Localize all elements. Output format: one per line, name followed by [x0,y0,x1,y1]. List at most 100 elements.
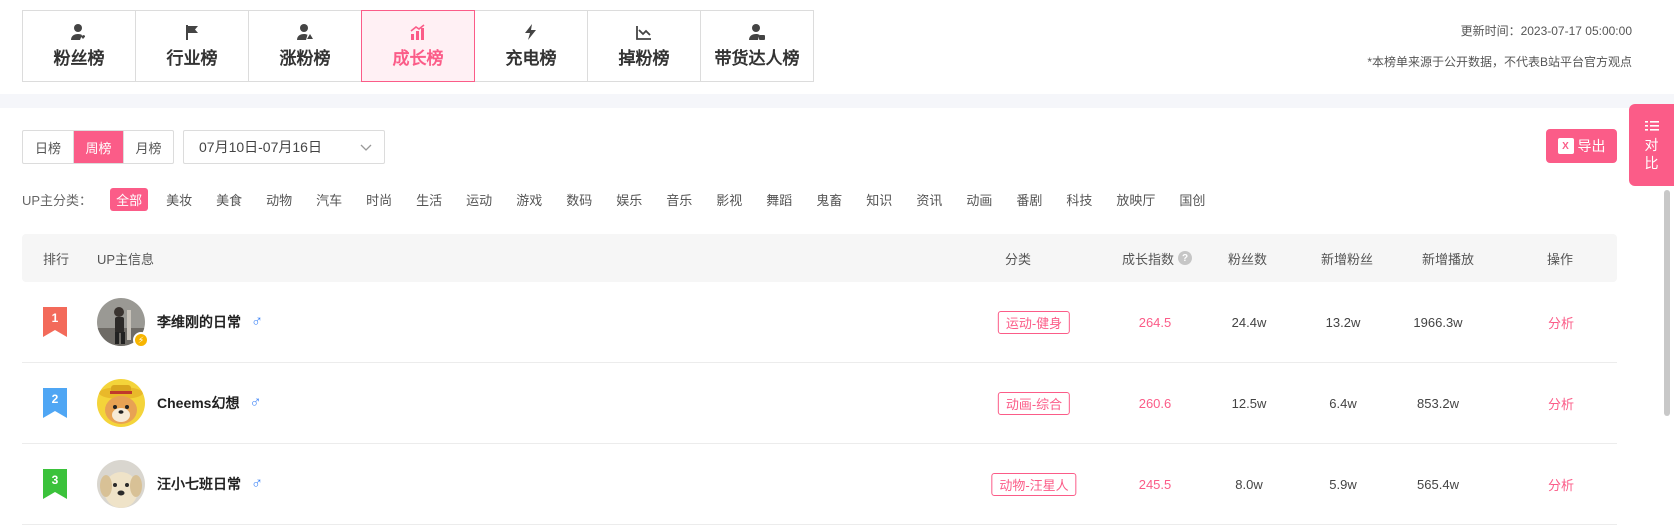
new-fans: 13.2w [1325,314,1361,330]
category-news[interactable]: 资讯 [910,188,948,211]
up-name[interactable]: 李维刚的日常 [157,312,241,332]
avatar[interactable] [97,460,145,508]
category-knowledge[interactable]: 知识 [860,188,898,211]
fans-count: 12.5w [1231,395,1267,411]
tab-label: 掉粉榜 [618,49,670,68]
category-guochuang[interactable]: 国创 [1173,188,1211,211]
fans-count: 8.0w [1235,476,1263,492]
category-tech[interactable]: 科技 [1060,188,1098,211]
lightning-icon [522,23,540,41]
tab-growth[interactable]: 成长榜 [361,10,475,82]
rank-badge: 1 [43,282,67,362]
date-range-select[interactable]: 07月10日-07月16日 [183,130,385,164]
export-label: 导出 [1577,138,1606,154]
category-game[interactable]: 游戏 [510,188,548,211]
category-cinema[interactable]: 放映厅 [1110,188,1161,211]
verified-lightning-icon: ⚡ [133,332,149,348]
new-plays: 853.2w [1417,395,1459,411]
period-weekly[interactable]: 周榜 [73,131,123,163]
new-plays: 1966.3w [1413,314,1463,330]
up-info[interactable]: 汪小七班日常 ♂ [97,444,263,524]
category-all[interactable]: 全部 [110,188,149,211]
rank-number: 3 [51,473,59,487]
male-icon: ♂ [251,313,263,330]
tab-label: 带货达人榜 [714,49,800,68]
tab-fans[interactable]: 粉丝榜 [22,10,136,82]
disclaimer: *本榜单来源于公开数据，不代表B站平台官方观点 [1367,55,1632,69]
category-food[interactable]: 美食 [210,188,248,211]
category-beauty[interactable]: 美妆 [160,188,198,211]
analyze-link[interactable]: 分析 [1548,363,1574,443]
category-life[interactable]: 生活 [410,188,448,211]
up-name[interactable]: Cheems幻想 [157,393,239,413]
tab-label: 充电榜 [505,49,557,68]
tab-label: 成长榜 [392,49,444,68]
male-icon: ♂ [249,394,262,411]
section-divider [0,94,1674,108]
growth-index: 264.5 [1138,314,1172,330]
header-action: 操作 [1547,251,1574,267]
category-animal[interactable]: 动物 [260,188,298,211]
category-film[interactable]: 影视 [710,188,748,211]
avatar[interactable] [97,379,145,427]
user-up-icon [296,23,314,41]
category-car[interactable]: 汽车 [310,188,348,211]
analyze-link[interactable]: 分析 [1548,444,1574,524]
tab-charge[interactable]: 充电榜 [474,10,588,82]
table-header: 排行 UP主信息 分类 成长指数 ? 粉丝数 新增粉丝 新增播放 操作 [22,234,1617,282]
header-new-fans: 新增粉丝 [1321,251,1374,267]
category-music[interactable]: 音乐 [660,188,698,211]
header-category: 分类 [1005,251,1032,267]
category-fashion[interactable]: 时尚 [360,188,398,211]
category-entertainment[interactable]: 娱乐 [610,188,648,211]
rank-number: 2 [51,392,59,406]
up-name[interactable]: 汪小七班日常 [157,474,241,494]
page-scrollbar[interactable] [1664,190,1670,416]
tab-industry[interactable]: 行业榜 [135,10,249,82]
category-cell: 运动-健身 [997,282,1071,362]
rank-number: 1 [51,311,59,325]
up-info[interactable]: Cheems幻想 ♂ [97,363,261,443]
ranking-meta: 更新时间：2023-07-17 05:00:00 *本榜单来源于公开数据，不代表… [1367,22,1632,70]
tab-fans-down[interactable]: 掉粉榜 [587,10,701,82]
category-bangumi[interactable]: 番剧 [1010,188,1048,211]
category-sports[interactable]: 运动 [460,188,498,211]
flag-icon [183,23,201,41]
category-tag: 运动-健身 [997,310,1071,334]
category-cell: 动物-汪星人 [991,444,1077,524]
up-info[interactable]: ⚡ 李维刚的日常 ♂ [97,282,263,362]
category-filter-label: UP主分类： [22,193,93,208]
category-tag: 动物-汪星人 [991,472,1077,496]
tab-sales-talent[interactable]: 带货达人榜 [700,10,814,82]
user-heart-icon [70,23,88,41]
export-button[interactable]: X 导出 [1546,129,1617,163]
growth-index: 245.5 [1138,476,1172,492]
bar-growth-icon [409,23,427,41]
fans-count: 24.4w [1231,314,1267,330]
category-filter: UP主分类： 全部 美妆 美食 动物 汽车 时尚 生活 运动 游戏 数码 娱乐 … [22,188,1223,211]
new-fans: 6.4w [1329,395,1357,411]
avatar[interactable]: ⚡ [97,298,149,348]
chart-down-icon [635,23,653,41]
date-range-value: 07月10日-07月16日 [199,139,322,155]
period-daily[interactable]: 日榜 [23,131,73,163]
help-icon[interactable]: ? [1178,251,1193,265]
rank-badge: 3 [43,444,67,524]
period-monthly[interactable]: 月榜 [123,131,173,163]
analyze-link[interactable]: 分析 [1548,282,1574,362]
category-animation[interactable]: 动画 [960,188,998,211]
growth-index: 260.6 [1138,395,1172,411]
table-row: 1 ⚡ 李维刚的日常 ♂ 运动-健身 264.5 24.4w 13.2w 196… [22,282,1617,363]
chevron-down-icon [360,139,372,155]
tab-label: 粉丝榜 [53,49,105,68]
tab-label: 涨粉榜 [279,49,331,68]
category-kichiku[interactable]: 鬼畜 [810,188,848,211]
excel-icon: X [1557,138,1574,154]
tab-fans-up[interactable]: 涨粉榜 [248,10,362,82]
category-dance[interactable]: 舞蹈 [760,188,798,211]
compare-button[interactable]: 对 比 [1629,104,1674,186]
header-fans: 粉丝数 [1228,251,1268,267]
ribbon-icon: 2 [43,388,67,418]
category-digital[interactable]: 数码 [560,188,598,211]
header-up-info: UP主信息 [97,251,155,267]
